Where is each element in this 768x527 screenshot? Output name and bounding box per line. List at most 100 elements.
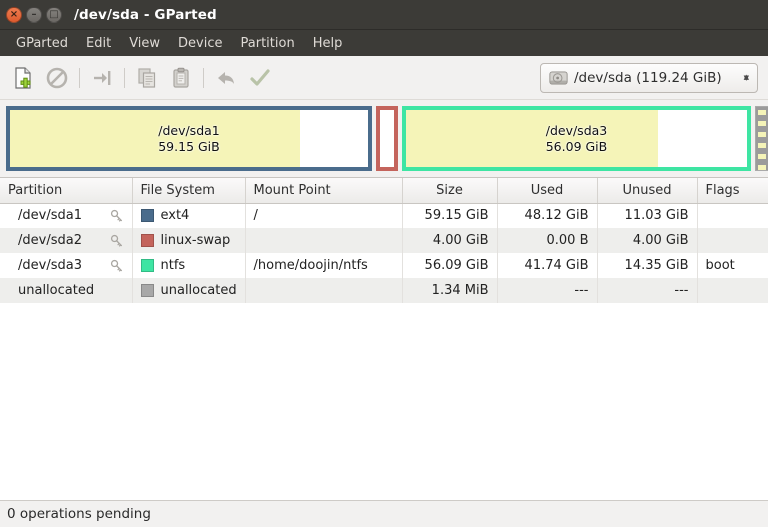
cell-used: --- <box>497 278 598 303</box>
menu-device[interactable]: Device <box>169 34 231 53</box>
cell-flags <box>697 228 768 253</box>
cell-used: 0.00 B <box>497 228 598 253</box>
new-document-icon <box>15 66 31 89</box>
filesystem-name: linux-swap <box>160 233 231 248</box>
partition-table: Partition File System Mount Point Size U… <box>0 178 768 303</box>
partition-name: /dev/sda3 <box>545 122 608 138</box>
filesystem-color-swatch <box>140 234 154 247</box>
key-icon <box>110 234 122 247</box>
menu-edit[interactable]: Edit <box>77 34 120 53</box>
menu-gparted[interactable]: GParted <box>7 34 77 53</box>
minimize-button[interactable]: – <box>26 6 42 23</box>
cell-filesystem: linux-swap <box>132 228 246 253</box>
close-icon: × <box>9 8 19 20</box>
toolbar: /dev/sda (119.24 GiB) ▲ ▼ <box>0 56 768 100</box>
partition-name: /dev/sda1 <box>158 122 220 138</box>
cell-flags <box>697 203 768 228</box>
resize-move-button[interactable] <box>85 61 119 95</box>
delete-partition-button[interactable] <box>40 61 74 95</box>
disk-partition-sda1-label: /dev/sda1 59.15 GiB <box>158 123 220 154</box>
column-header-mountpoint[interactable]: Mount Point <box>245 178 403 204</box>
used-fill <box>10 110 300 167</box>
status-text: 0 operations pending <box>7 506 151 522</box>
disk-partition-sda3-label: /dev/sda3 56.09 GiB <box>546 123 608 154</box>
copy-button[interactable] <box>130 61 164 95</box>
column-header-flags[interactable]: Flags <box>697 178 768 204</box>
table-row[interactable]: unallocated unallocated 1.34 MiB --- --- <box>0 278 768 303</box>
copy-icon <box>138 67 156 88</box>
table-empty-area <box>0 303 768 500</box>
cell-filesystem: unallocated <box>132 278 246 303</box>
key-icon <box>110 209 122 222</box>
partition-size: 59.15 GiB <box>158 138 220 154</box>
cell-unused: 11.03 GiB <box>597 203 698 228</box>
cell-size: 59.15 GiB <box>402 203 498 228</box>
undo-arrow-icon <box>218 71 234 84</box>
cell-flags <box>697 278 768 303</box>
filesystem-name: ntfs <box>160 258 186 273</box>
table-header-row: Partition File System Mount Point Size U… <box>0 178 768 204</box>
cell-partition: unallocated <box>0 278 133 303</box>
cell-filesystem: ntfs <box>132 253 246 278</box>
device-selector-spinner[interactable]: ▲ ▼ <box>744 74 749 82</box>
menu-help[interactable]: Help <box>304 34 352 53</box>
paste-clipboard-icon <box>173 67 189 88</box>
used-fill <box>406 110 659 167</box>
table-row[interactable]: /dev/sda2 linux-swap 4.00 GiB 0.00 B 4.0… <box>0 228 768 253</box>
disk-partition-sda1[interactable]: /dev/sda1 59.15 GiB <box>6 106 372 171</box>
disk-partition-sda2[interactable] <box>376 106 398 171</box>
apply-button[interactable] <box>243 61 277 95</box>
cell-mountpoint: / <box>245 203 403 228</box>
filesystem-color-swatch <box>140 284 154 297</box>
apply-checkmark-icon <box>250 68 270 86</box>
cell-flags: boot <box>697 253 768 278</box>
menu-partition[interactable]: Partition <box>232 34 304 53</box>
paste-button[interactable] <box>164 61 198 95</box>
partition-name-text: /dev/sda1 <box>18 208 82 224</box>
toolbar-separator <box>79 67 80 88</box>
partition-name-text: /dev/sda3 <box>18 258 82 273</box>
cell-size: 56.09 GiB <box>402 253 498 278</box>
key-icon <box>110 259 122 272</box>
cell-size: 1.34 MiB <box>402 278 498 303</box>
maximize-button[interactable]: □ <box>46 6 62 23</box>
disk-graphic-view: /dev/sda1 59.15 GiB /dev/sda3 56.09 GiB <box>0 100 768 178</box>
column-header-used[interactable]: Used <box>497 178 598 204</box>
hard-disk-icon <box>549 71 568 84</box>
menu-view[interactable]: View <box>120 34 169 53</box>
toolbar-separator <box>203 67 204 88</box>
partition-table-panel: Partition File System Mount Point Size U… <box>0 178 768 500</box>
delete-prohibited-icon <box>46 67 68 88</box>
cell-filesystem: ext4 <box>132 203 246 228</box>
resize-arrow-icon <box>94 70 111 85</box>
column-header-filesystem[interactable]: File System <box>132 178 246 204</box>
device-selector-value: /dev/sda (119.24 GiB) <box>574 69 722 86</box>
table-row[interactable]: /dev/sda1 ext4 / 59.15 GiB 48.12 GiB 11.… <box>0 203 768 228</box>
cell-size: 4.00 GiB <box>402 228 498 253</box>
window-title: /dev/sda - GParted <box>74 6 217 23</box>
undo-button[interactable] <box>209 61 243 95</box>
filesystem-name: unallocated <box>160 283 237 298</box>
cell-mountpoint <box>245 278 403 303</box>
cell-partition: /dev/sda1 <box>0 203 133 228</box>
partition-name-text: unallocated <box>18 283 95 298</box>
filesystem-color-swatch <box>140 259 154 272</box>
column-header-unused[interactable]: Unused <box>597 178 698 204</box>
toolbar-separator <box>124 67 125 88</box>
table-row[interactable]: /dev/sda3 ntfs /home/doojin/ntfs 56.09 G… <box>0 253 768 278</box>
gparted-window: × – □ /dev/sda - GParted GParted Edit Vi… <box>0 0 768 527</box>
cell-partition: /dev/sda2 <box>0 228 133 253</box>
column-header-partition[interactable]: Partition <box>0 178 133 204</box>
menu-bar: GParted Edit View Device Partition Help <box>0 30 768 56</box>
new-partition-button[interactable] <box>6 61 40 95</box>
partition-size: 56.09 GiB <box>545 138 608 154</box>
disk-partition-sda3[interactable]: /dev/sda3 56.09 GiB <box>402 106 751 171</box>
column-header-size[interactable]: Size <box>402 178 498 204</box>
close-button[interactable]: × <box>6 6 22 23</box>
device-selector[interactable]: /dev/sda (119.24 GiB) ▲ ▼ <box>540 62 758 93</box>
cell-unused: 14.35 GiB <box>597 253 698 278</box>
cell-partition: /dev/sda3 <box>0 253 133 278</box>
title-bar: × – □ /dev/sda - GParted <box>0 0 768 30</box>
filesystem-color-swatch <box>140 209 154 223</box>
disk-partition-unallocated[interactable] <box>755 106 768 171</box>
